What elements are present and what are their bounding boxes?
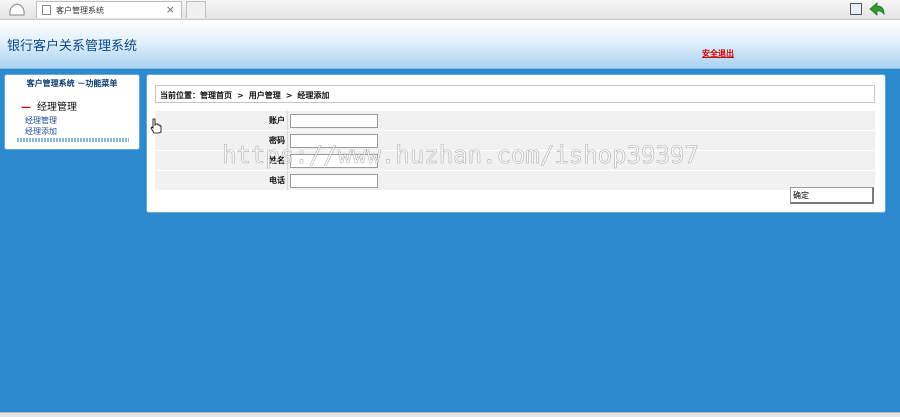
breadcrumb: 当前位置：管理首页 > 用户管理 > 经理添加: [155, 85, 875, 103]
password-label: 密码: [155, 130, 288, 151]
status-bar: [0, 412, 900, 417]
home-icon[interactable]: [8, 2, 26, 16]
form-row-phone: 电话: [155, 170, 875, 191]
phone-input[interactable]: [290, 173, 378, 188]
breadcrumb-current: 经理添加: [297, 91, 330, 100]
section-marker: —: [21, 102, 31, 113]
breadcrumb-home[interactable]: 管理首页: [200, 91, 232, 100]
account-label: 账户: [155, 111, 288, 131]
breadcrumb-user-manage[interactable]: 用户管理: [249, 91, 281, 100]
logout-link[interactable]: 安全退出: [702, 48, 734, 59]
confirm-button[interactable]: 确定: [790, 187, 874, 204]
sidebar-item-manager-add[interactable]: 经理添加: [25, 126, 57, 137]
breadcrumb-separator: >: [285, 91, 293, 100]
app-header: 银行客户关系管理系统 安全退出: [0, 20, 900, 69]
form-row-password: 密码: [155, 130, 875, 151]
menu-section-manager[interactable]: — 经理管理: [21, 98, 77, 113]
sidebar-item-manager-list[interactable]: 经理管理: [25, 115, 57, 126]
menu-section-label: 经理管理: [37, 102, 77, 113]
breadcrumb-separator: >: [237, 91, 244, 100]
sidebar-menu: 客户管理系统 －功能菜单 — 经理管理 经理管理 经理添加: [4, 74, 140, 150]
print-icon[interactable]: [850, 3, 862, 15]
document-icon: [42, 5, 51, 15]
menu-footer-divider: [17, 138, 129, 142]
name-label: 姓名: [155, 150, 288, 171]
menu-title: 客户管理系统 －功能菜单: [26, 79, 118, 88]
browser-tab[interactable]: 客户管理系统 ×: [36, 1, 182, 18]
form-row-name: 姓名: [155, 150, 875, 171]
browser-tab-bar: 客户管理系统 ×: [0, 0, 900, 20]
name-input[interactable]: [290, 153, 378, 168]
phone-label: 电话: [155, 170, 288, 191]
tab-title: 客户管理系统: [56, 6, 104, 15]
back-arrow-icon[interactable]: [868, 1, 886, 17]
main-panel: 当前位置：管理首页 > 用户管理 > 经理添加 账户 密码 姓名 电话 确定: [146, 74, 886, 213]
form-row-account: 账户: [155, 111, 875, 131]
manager-add-form: 账户 密码 姓名 电话: [155, 111, 875, 191]
close-icon[interactable]: ×: [166, 3, 175, 16]
password-input[interactable]: [290, 133, 378, 148]
breadcrumb-prefix: 当前位置：: [160, 91, 200, 100]
new-tab-button[interactable]: [186, 1, 206, 18]
hand-cursor-icon: [150, 118, 162, 134]
account-input[interactable]: [290, 113, 378, 128]
system-title: 银行客户关系管理系统: [7, 39, 138, 54]
